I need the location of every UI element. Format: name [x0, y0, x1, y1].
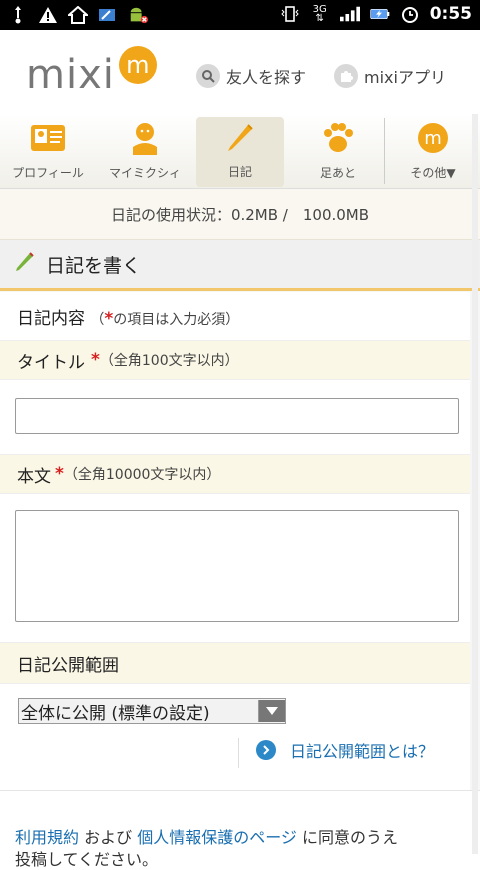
battery-icon: [370, 4, 390, 24]
terms-link[interactable]: 利用規約: [15, 828, 79, 847]
nav-label-mymixi: マイミクシィ: [108, 166, 181, 180]
title-input[interactable]: [15, 398, 459, 434]
mixi-apps-label: mixiアプリ: [364, 68, 446, 87]
nav-item-footprints[interactable]: 足あと: [290, 114, 386, 188]
mixi-apps-button[interactable]: mixiアプリ: [334, 64, 446, 88]
diary-usage: 日記の使用状況：0.2MB / 100.0MB: [0, 189, 480, 240]
title-label: タイトル: [17, 352, 85, 373]
page-title: 日記を書く: [46, 254, 142, 277]
chevron-right-circle-icon: [256, 740, 276, 760]
find-friends-button[interactable]: 友人を探す: [196, 64, 306, 88]
find-friends-label: 友人を探す: [226, 68, 307, 87]
privacy-link[interactable]: 個人情報保護のページ: [137, 828, 297, 847]
page-scrollbar[interactable]: [472, 114, 478, 854]
svg-text:m: m: [424, 128, 442, 149]
nav-label-diary: 日記: [227, 165, 252, 179]
nav-item-profile[interactable]: プロフィール: [0, 114, 96, 188]
mixi-badge-icon: m: [415, 120, 451, 156]
help-divider: [238, 738, 239, 768]
logo-text: mixi: [26, 52, 115, 98]
nav-divider: [384, 118, 385, 184]
puzzle-icon: [334, 64, 358, 88]
required-note: の項目は入力必須）: [113, 312, 240, 328]
alarm-icon: [400, 4, 420, 24]
body-required-mark: *: [55, 464, 64, 484]
required-note-prefix: （: [90, 312, 105, 328]
app-header: mixi m 友人を探す mixiアプリ: [0, 30, 480, 115]
main-nav: プロフィール マイミクシィ 日記 足あと m その他▼: [0, 114, 480, 189]
title-note: （全角100文字以内）: [99, 353, 239, 369]
nav-item-diary[interactable]: 日記: [196, 117, 284, 187]
visibility-help-text: 日記公開範囲とは？: [290, 742, 435, 761]
nav-item-mymixi[interactable]: マイミクシィ: [96, 114, 194, 188]
visibility-selected-value: 全体に公開 (標準の設定): [21, 703, 210, 724]
usage-text: 日記の使用状況：0.2MB / 100.0MB: [110, 205, 370, 224]
nav-label-other: その他▼: [410, 166, 456, 180]
terms-notice-line2: 投稿してください。: [15, 850, 159, 869]
dropdown-arrow-icon: [258, 700, 285, 722]
home-icon: [68, 5, 88, 25]
download-icon: [98, 5, 118, 25]
terms-notice: 利用規約 および 個人情報保護のページ に同意のうえ: [15, 824, 398, 848]
nav-label-profile: プロフィール: [12, 166, 84, 180]
visibility-select[interactable]: 全体に公開 (標準の設定): [18, 698, 286, 724]
person-icon: [127, 120, 163, 156]
and-text: および: [79, 828, 138, 847]
pencil-icon: [222, 119, 258, 155]
title-required-mark: *: [91, 350, 100, 370]
agree-text: に同意のうえ: [296, 828, 398, 847]
visibility-help-link[interactable]: 日記公開範囲とは？: [256, 738, 434, 762]
mixi-logo[interactable]: mixi m: [26, 46, 157, 98]
clock: 0:55: [429, 4, 472, 24]
search-icon: [196, 64, 220, 88]
page-title-bar: 日記を書く: [0, 240, 480, 291]
vibrate-icon: [280, 4, 300, 24]
content-label-row: 日記内容 （*の項目は入力必須）: [17, 304, 480, 329]
body-label-row: 本文 * （全角10000文字以内）: [0, 454, 470, 494]
logo-badge: m: [118, 46, 157, 84]
warning-icon: [38, 5, 58, 25]
profile-card-icon: [30, 120, 66, 156]
nav-label-footprints: 足あと: [319, 166, 356, 180]
body-note: （全角10000文字以内）: [63, 467, 221, 483]
usb-icon: [8, 5, 28, 25]
pencil-small-icon: [14, 251, 36, 277]
network-3g-icon: 3G ⇅: [312, 4, 327, 24]
content-label: 日記内容: [17, 309, 85, 329]
body-textarea[interactable]: [15, 510, 459, 622]
visibility-label: 日記公開範囲: [17, 655, 119, 676]
paw-icon: [320, 120, 356, 156]
android-icon: [128, 5, 148, 25]
nav-item-other[interactable]: m その他▼: [386, 114, 480, 188]
status-bar: 3G ⇅ 0:55: [0, 0, 480, 30]
title-label-row: タイトル * （全角100文字以内）: [0, 340, 470, 380]
body-label: 本文: [17, 466, 51, 487]
visibility-label-row: 日記公開範囲: [0, 642, 470, 684]
required-mark: *: [104, 309, 114, 329]
signal-icon: [339, 4, 360, 24]
